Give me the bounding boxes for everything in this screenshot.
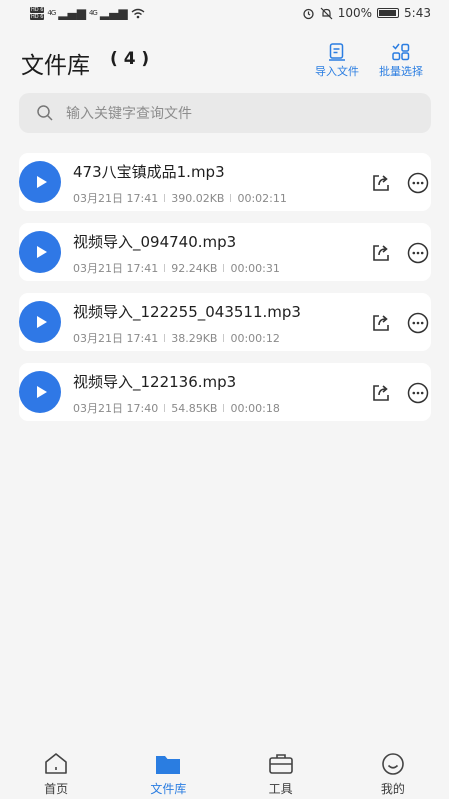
file-size: 54.85KB [171, 401, 218, 415]
file-name: 视频导入_094740.mp3 [73, 233, 237, 251]
play-button[interactable] [19, 231, 61, 273]
tab-home-label: 首页 [44, 782, 69, 796]
smile-icon [382, 753, 404, 775]
divider [230, 194, 232, 202]
tab-library[interactable]: 文件库 [112, 745, 224, 799]
file-meta: 03月21日 17:41 92.24KB 00:00:31 [73, 260, 280, 276]
file-size: 390.02KB [171, 191, 225, 205]
battery-icon [377, 8, 400, 18]
divider [164, 264, 166, 272]
file-card[interactable]: 473八宝镇成品1.mp3 03月21日 17:41 390.02KB 00:0… [19, 153, 431, 211]
share-icon [373, 385, 389, 401]
page-title: 文件库 [21, 53, 90, 79]
folder-icon [156, 756, 181, 774]
file-date: 03月21日 17:41 [73, 332, 159, 345]
signal-2: 4G [88, 9, 98, 17]
batch-select-button[interactable]: 批量选择 [379, 42, 423, 79]
tab-library-label: 文件库 [150, 782, 187, 796]
divider [223, 264, 225, 272]
more-button[interactable] [407, 382, 429, 404]
share-button[interactable] [370, 242, 392, 264]
share-button[interactable] [370, 312, 392, 334]
alarm-icon [303, 8, 314, 19]
more-icon [407, 312, 429, 334]
more-icon [407, 172, 429, 194]
file-card[interactable]: 视频导入_094740.mp3 03月21日 17:41 92.24KB 00:… [19, 223, 431, 281]
battery-percent: 100% [337, 6, 373, 20]
file-date: 03月21日 17:40 [73, 402, 159, 415]
share-icon [373, 245, 389, 261]
mute-icon [320, 7, 333, 19]
signal-bars-icon-2: ▂▄▆ [99, 6, 128, 20]
play-button[interactable] [19, 301, 61, 343]
home-icon [45, 753, 67, 774]
signal-1: 4G [47, 9, 56, 17]
file-duration: 00:02:11 [237, 191, 287, 205]
file-count: ( 4 ) [110, 49, 150, 69]
status-right: 100% 5:43 [302, 6, 431, 20]
file-card[interactable]: 视频导入_122136.mp3 03月21日 17:40 54.85KB 00:… [19, 363, 431, 421]
more-icon [407, 242, 429, 264]
import-file-button[interactable]: 导入文件 [315, 42, 359, 79]
file-duration: 00:00:31 [230, 261, 280, 275]
file-size: 38.29KB [171, 331, 218, 345]
signal-bars-icon: ▂▄▆ [58, 6, 86, 20]
file-duration: 00:00:12 [230, 331, 280, 345]
file-list: 473八宝镇成品1.mp3 03月21日 17:41 390.02KB 00:0… [19, 153, 431, 433]
hd-badge-2: HD 6 [30, 13, 45, 20]
import-icon [329, 43, 345, 61]
divider [164, 194, 166, 202]
file-meta: 03月21日 17:40 54.85KB 00:00:18 [73, 400, 280, 416]
batch-select-icon [392, 43, 410, 61]
more-button[interactable] [407, 242, 429, 264]
batch-select-label: 批量选择 [379, 65, 423, 78]
clock: 5:43 [404, 6, 431, 20]
toolbox-icon [268, 754, 293, 774]
search-icon [37, 105, 53, 121]
status-bar: HD 6 HD 6 4G ▂▄▆ 4G ▂▄▆ 100% 5:43 [0, 0, 449, 26]
divider [164, 334, 166, 342]
more-button[interactable] [407, 312, 429, 334]
tab-mine-label: 我的 [380, 782, 405, 796]
share-icon [373, 175, 389, 191]
tab-tools-label: 工具 [268, 782, 293, 796]
wifi-icon [131, 8, 144, 18]
tab-mine[interactable]: 我的 [337, 745, 449, 799]
more-icon [407, 382, 429, 404]
share-icon [373, 315, 389, 331]
tab-tools[interactable]: 工具 [225, 745, 337, 799]
play-button[interactable] [19, 161, 61, 203]
search-input[interactable]: 输入关键字查询文件 [66, 103, 192, 123]
import-file-label: 导入文件 [315, 65, 359, 78]
divider [223, 404, 225, 412]
share-button[interactable] [370, 382, 392, 404]
file-card[interactable]: 视频导入_122255_043511.mp3 03月21日 17:41 38.2… [19, 293, 431, 351]
play-button[interactable] [19, 371, 61, 413]
file-meta: 03月21日 17:41 390.02KB 00:02:11 [73, 190, 287, 206]
file-duration: 00:00:18 [230, 401, 280, 415]
file-size: 92.24KB [171, 261, 218, 275]
divider [164, 404, 166, 412]
file-meta: 03月21日 17:41 38.29KB 00:00:12 [73, 330, 280, 346]
bottom-tab-bar: 首页 文件库 工具 我的 [0, 745, 449, 799]
file-name: 473八宝镇成品1.mp3 [73, 163, 225, 181]
share-button[interactable] [370, 172, 392, 194]
more-button[interactable] [407, 172, 429, 194]
file-name: 视频导入_122136.mp3 [73, 373, 237, 391]
search-bar[interactable]: 输入关键字查询文件 [19, 93, 431, 133]
file-date: 03月21日 17:41 [73, 192, 159, 205]
header: 文件库 ( 4 ) 导入文件 批量选择 [0, 40, 449, 84]
divider [223, 334, 225, 342]
status-left: HD 6 HD 6 4G ▂▄▆ 4G ▂▄▆ [30, 6, 145, 20]
hd-badge-1: HD 6 [30, 6, 45, 13]
hd-indicators: HD 6 HD 6 [30, 6, 45, 20]
tab-home[interactable]: 首页 [0, 745, 112, 799]
file-name: 视频导入_122255_043511.mp3 [73, 303, 301, 321]
file-date: 03月21日 17:41 [73, 262, 159, 275]
